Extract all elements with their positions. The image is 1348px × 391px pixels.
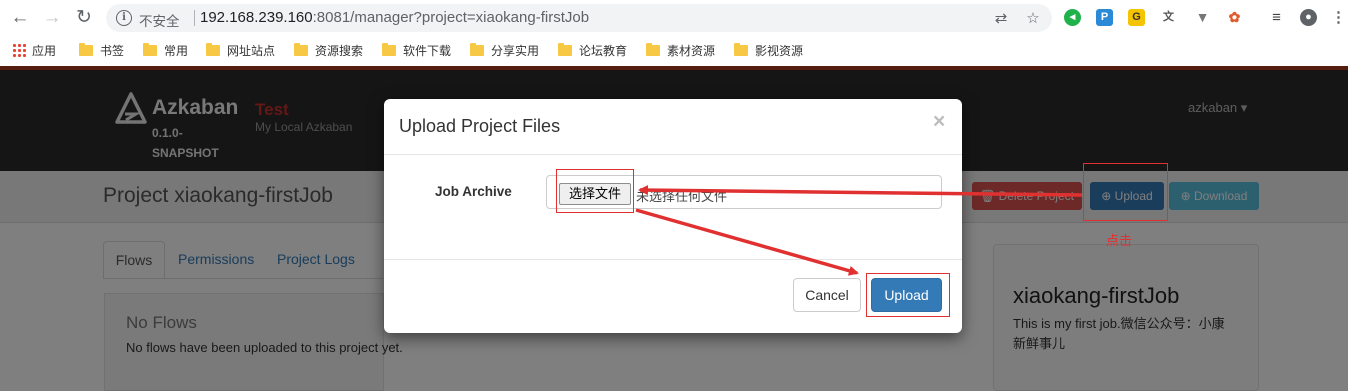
folder-icon [294, 43, 308, 56]
folder-icon [734, 43, 748, 56]
modal-title: Upload Project Files [399, 116, 561, 136]
bookmark-folder[interactable]: 影视资源 [734, 42, 803, 58]
bookmark-label: 常用 [164, 44, 189, 58]
bookmark-label: 影视资源 [755, 44, 804, 58]
translate-icon[interactable]: ⇄ [993, 11, 1009, 27]
bookmark-label: 网址站点 [227, 44, 276, 58]
folder-icon [206, 43, 220, 56]
bookmark-folder[interactable]: 论坛教育 [558, 42, 627, 58]
bookmark-apps[interactable]: 应用 [12, 42, 56, 58]
bookmark-folder[interactable]: 素材资源 [646, 42, 715, 58]
url-text[interactable]: 192.168.239.160:8081/manager?project=xia… [200, 9, 589, 26]
bookmark-label: 资源搜索 [315, 44, 364, 58]
annotation-click-label: 点击 [1106, 233, 1133, 248]
bookmark-star-icon[interactable]: ☆ [1025, 11, 1041, 27]
info-icon[interactable]: i [116, 10, 132, 26]
extension-v-icon[interactable]: ▼ [1194, 9, 1211, 26]
bookmark-folder[interactable]: 网址站点 [206, 42, 275, 58]
annotation-box-upload [1083, 163, 1168, 221]
folder-icon [79, 43, 93, 56]
security-label: 不安全 [139, 14, 180, 29]
annotation-box-modal-upload [866, 273, 950, 317]
media-control-icon[interactable]: ≡ [1268, 9, 1285, 26]
folder-icon [558, 43, 572, 56]
bookmark-folder[interactable]: 软件下载 [382, 42, 451, 58]
bookmark-folder[interactable]: 书签 [79, 42, 124, 58]
profile-avatar-icon[interactable]: ● [1300, 9, 1317, 26]
annotation-box-choose-file [556, 169, 634, 213]
address-bar[interactable]: i 不安全 192.168.239.160:8081/manager?proje… [106, 4, 1052, 32]
more-menu-icon[interactable]: ⋮ [1330, 9, 1347, 26]
folder-icon [382, 43, 396, 56]
apps-grid-icon [12, 43, 26, 57]
modal-header: Upload Project Files × [384, 99, 962, 155]
bookmark-label: 素材资源 [667, 44, 716, 58]
extension-tracker-icon[interactable]: ✿ [1226, 9, 1243, 26]
forward-arrow-icon[interactable]: → [40, 6, 64, 30]
folder-icon [646, 43, 660, 56]
extension-en-icon[interactable]: 文 [1160, 9, 1177, 26]
bookmark-folder[interactable]: 常用 [143, 42, 188, 58]
bookmark-label: 分享实用 [491, 44, 540, 58]
close-icon[interactable]: × [933, 111, 945, 132]
bookmark-label: 书签 [100, 44, 125, 58]
file-status-text: 未选择任何文件 [636, 189, 728, 204]
reload-icon[interactable]: ↻ [72, 6, 96, 30]
bookmark-label: 软件下载 [403, 44, 452, 58]
bookmark-label: 论坛教育 [579, 44, 628, 58]
job-archive-label: Job Archive [435, 184, 512, 199]
browser-toolbar: ← → ↻ i 不安全 192.168.239.160:8081/manager… [0, 0, 1348, 36]
back-arrow-icon[interactable]: ← [8, 6, 32, 30]
extension-p-icon[interactable]: P [1096, 9, 1113, 26]
folder-icon [470, 43, 484, 56]
folder-icon [143, 43, 157, 56]
bookmark-folder[interactable]: 分享实用 [470, 42, 539, 58]
bookmark-folder[interactable]: 资源搜索 [294, 42, 363, 58]
url-host: 192.168.239.160 [200, 9, 313, 26]
cancel-button[interactable]: Cancel [793, 278, 861, 312]
address-separator [194, 10, 195, 26]
url-rest: :8081/manager?project=xiaokang-firstJob [312, 9, 590, 26]
extension-g-icon[interactable]: G [1128, 9, 1145, 26]
extension-green-icon[interactable]: ◂ [1064, 9, 1081, 26]
bookmarks-bar: 应用 书签 常用 网址站点 资源搜索 软件下载 分享实用 论坛教育 素材资源 影… [0, 36, 1348, 64]
bookmark-label: 应用 [32, 44, 57, 58]
modal-footer-divider [384, 259, 962, 260]
